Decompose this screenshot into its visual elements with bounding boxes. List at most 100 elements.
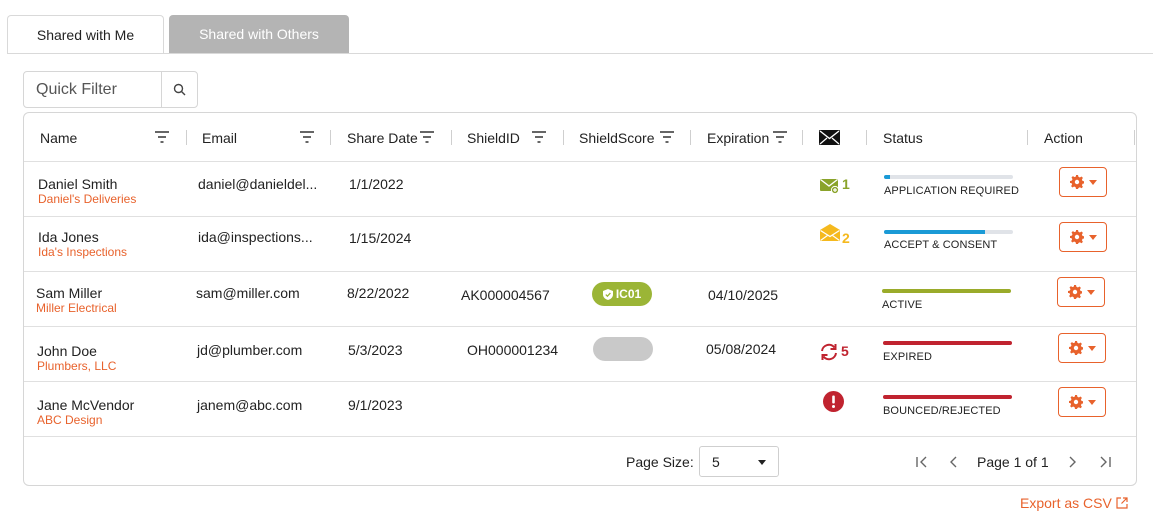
grid-header: Name Email Share Date ShieldID ShieldSco… bbox=[24, 113, 1136, 162]
chevron-down-icon bbox=[758, 460, 766, 465]
column-separator[interactable] bbox=[690, 130, 691, 145]
shares-grid: Name Email Share Date ShieldID ShieldSco… bbox=[23, 112, 1137, 486]
page-size-select[interactable]: 5 bbox=[699, 446, 779, 477]
next-page-icon[interactable] bbox=[1065, 455, 1079, 469]
share-date-cell: 1/15/2024 bbox=[349, 230, 412, 246]
tab-shared-with-me[interactable]: Shared with Me bbox=[7, 15, 164, 53]
table-row[interactable]: Ida Jones Ida's Inspections ida@inspecti… bbox=[24, 217, 1136, 272]
expiration-cell: 04/10/2025 bbox=[708, 287, 779, 303]
last-page-icon[interactable] bbox=[1098, 455, 1112, 469]
contact-name: Daniel Smith bbox=[38, 176, 118, 192]
status-text: BOUNCED/REJECTED bbox=[883, 405, 1001, 417]
filter-icon[interactable] bbox=[420, 131, 434, 143]
search-button[interactable] bbox=[161, 72, 197, 107]
status-progress-bar bbox=[884, 230, 1013, 234]
company-name: Miller Electrical bbox=[36, 301, 117, 315]
shieldid-cell: OH000001234 bbox=[467, 342, 559, 358]
email-cell: jd@plumber.com bbox=[197, 342, 303, 358]
action-menu-button[interactable] bbox=[1059, 167, 1107, 197]
table-row[interactable]: Sam Miller Miller Electrical sam@miller.… bbox=[24, 272, 1136, 327]
filter-icon[interactable] bbox=[532, 131, 546, 143]
filter-icon[interactable] bbox=[300, 131, 314, 143]
table-row[interactable]: John Doe Plumbers, LLC jd@plumber.com 5/… bbox=[24, 327, 1136, 382]
status-text: ACTIVE bbox=[882, 299, 923, 311]
chevron-down-icon bbox=[1087, 399, 1096, 405]
shieldscore-badge[interactable]: IC01 bbox=[592, 282, 652, 306]
column-header-mail[interactable] bbox=[819, 113, 840, 162]
action-menu-button[interactable] bbox=[1059, 222, 1107, 252]
refresh-icon[interactable] bbox=[819, 343, 839, 361]
shield-check-icon bbox=[602, 288, 613, 300]
column-header-status[interactable]: Status bbox=[883, 113, 923, 162]
column-separator[interactable] bbox=[186, 130, 187, 145]
column-separator[interactable] bbox=[866, 130, 867, 145]
action-menu-button[interactable] bbox=[1057, 277, 1105, 307]
column-header-name[interactable]: Name bbox=[40, 113, 77, 162]
action-menu-button[interactable] bbox=[1058, 387, 1106, 417]
column-header-action[interactable]: Action bbox=[1044, 113, 1083, 162]
tab-label: Shared with Me bbox=[36, 26, 135, 43]
mail-add-icon[interactable] bbox=[820, 178, 840, 194]
filter-icon[interactable] bbox=[155, 131, 169, 143]
share-date-cell: 5/3/2023 bbox=[348, 342, 403, 358]
page-indicator: Page 1 of 1 bbox=[977, 454, 1049, 470]
column-separator[interactable] bbox=[563, 130, 564, 145]
chevron-down-icon bbox=[1086, 289, 1095, 295]
filter-icon[interactable] bbox=[660, 131, 674, 143]
tab-divider bbox=[7, 53, 1153, 54]
status-text: ACCEPT & CONSENT bbox=[884, 239, 998, 251]
column-header-email[interactable]: Email bbox=[202, 113, 237, 162]
column-header-shieldscore[interactable]: ShieldScore bbox=[579, 113, 655, 162]
column-header-expiration[interactable]: Expiration bbox=[707, 113, 769, 162]
shieldid-cell: AK000004567 bbox=[461, 287, 550, 303]
status-text: EXPIRED bbox=[883, 351, 932, 363]
email-cell: daniel@danieldel... bbox=[198, 176, 318, 192]
action-menu-button[interactable] bbox=[1058, 333, 1106, 363]
column-separator[interactable] bbox=[330, 130, 331, 145]
company-name: Ida's Inspections bbox=[38, 245, 128, 259]
company-name: Plumbers, LLC bbox=[37, 359, 117, 373]
contact-name: Sam Miller bbox=[36, 285, 103, 301]
company-name: Daniel's Deliveries bbox=[38, 192, 137, 206]
table-row[interactable]: Daniel Smith Daniel's Deliveries daniel@… bbox=[24, 162, 1136, 217]
quick-filter-input[interactable] bbox=[24, 72, 161, 107]
first-page-icon[interactable] bbox=[915, 455, 929, 469]
status-progress-bar bbox=[883, 395, 1012, 399]
expiration-cell: 05/08/2024 bbox=[706, 341, 777, 357]
page-size-label: Page Size: bbox=[626, 454, 694, 470]
mail-open-icon[interactable] bbox=[820, 223, 840, 241]
shieldscore-badge[interactable] bbox=[593, 337, 653, 361]
envelope-icon bbox=[819, 130, 840, 145]
column-separator[interactable] bbox=[1134, 130, 1135, 145]
contact-name: John Doe bbox=[37, 343, 97, 359]
export-csv-link[interactable]: Export as CSV bbox=[1020, 495, 1128, 511]
email-cell: janem@abc.com bbox=[197, 397, 303, 413]
status-progress-bar bbox=[882, 289, 1011, 293]
tab-label: Shared with Others bbox=[199, 26, 319, 42]
filter-icon[interactable] bbox=[773, 131, 787, 143]
error-icon[interactable] bbox=[823, 391, 844, 412]
email-cell: ida@inspections... bbox=[198, 229, 313, 245]
contact-name: Jane McVendor bbox=[37, 397, 135, 413]
column-separator[interactable] bbox=[802, 130, 803, 145]
mail-count: 1 bbox=[842, 176, 850, 192]
chevron-down-icon bbox=[1088, 179, 1097, 185]
tab-bar: Shared with Me Shared with Others bbox=[7, 15, 349, 53]
column-header-shieldid[interactable]: ShieldID bbox=[467, 113, 520, 162]
chevron-down-icon bbox=[1087, 345, 1096, 351]
status-progress-bar bbox=[883, 341, 1012, 345]
tab-shared-with-others[interactable]: Shared with Others bbox=[169, 15, 349, 53]
export-label: Export as CSV bbox=[1020, 495, 1112, 511]
previous-page-icon[interactable] bbox=[947, 455, 961, 469]
column-separator[interactable] bbox=[451, 130, 452, 145]
pagination-bar: Page Size: 5 Page 1 of 1 bbox=[24, 438, 1136, 485]
chevron-down-icon bbox=[1088, 234, 1097, 240]
contact-name: Ida Jones bbox=[38, 229, 99, 245]
gear-icon bbox=[1069, 230, 1084, 244]
shieldscore-label: IC01 bbox=[615, 287, 642, 301]
search-icon bbox=[173, 83, 186, 96]
column-separator[interactable] bbox=[1027, 130, 1028, 145]
column-header-share-date[interactable]: Share Date bbox=[347, 113, 418, 162]
quick-filter bbox=[23, 71, 198, 108]
table-row[interactable]: Jane McVendor ABC Design janem@abc.com 9… bbox=[24, 382, 1136, 437]
